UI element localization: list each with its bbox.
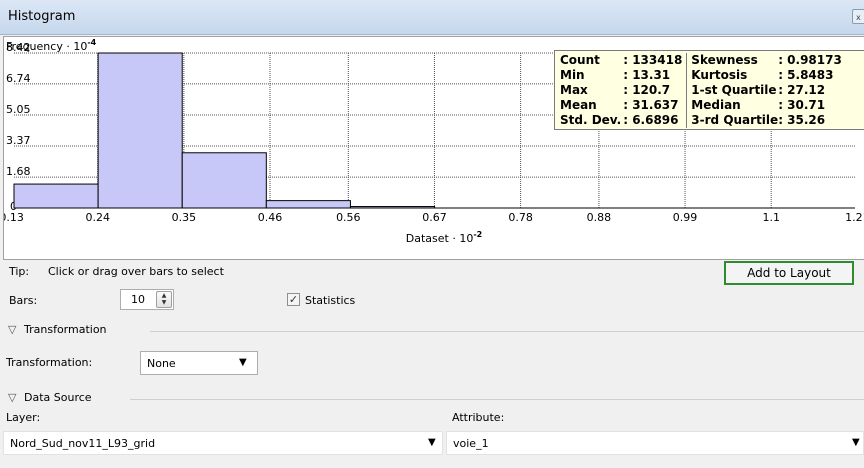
- x-tick-label: 1.21: [845, 211, 864, 224]
- statistics-box: Count : 133418 Skewness : 0.98173 Min : 13.31…: [554, 50, 864, 130]
- attribute-select[interactable]: voie_1 ▼: [446, 431, 864, 455]
- section-divider: [130, 399, 864, 400]
- y-tick-label: 8.42: [6, 41, 31, 54]
- histogram-chart[interactable]: Frequency · 10-401.683.375.056.748.420.1…: [3, 36, 864, 260]
- dropdown-arrow-icon: ▼: [239, 357, 247, 368]
- close-icon[interactable]: x: [852, 9, 864, 24]
- x-tick-label: 0.46: [258, 211, 283, 224]
- x-tick-label: 0.56: [336, 211, 361, 224]
- histogram-bar[interactable]: [181, 152, 267, 209]
- spin-arrows-icon[interactable]: ▲ ▼: [156, 291, 172, 308]
- x-tick-label: 0.78: [508, 211, 533, 224]
- y-tick-label: 5.05: [6, 103, 31, 116]
- stat-value: : 133418: [623, 53, 688, 68]
- statistics-row: Count : 133418 Skewness : 0.98173: [560, 53, 842, 68]
- collapse-chevron-icon[interactable]: ▽: [8, 391, 16, 404]
- layer-label: Layer:: [6, 411, 41, 424]
- stat-value: : 120.7: [623, 83, 688, 98]
- transformation-label: Transformation:: [6, 356, 93, 369]
- stat-value: : 35.26: [778, 113, 826, 127]
- histogram-bar[interactable]: [97, 52, 183, 209]
- tip-text: Click or drag over bars to select: [48, 265, 224, 278]
- stat-name: 1-st Quartile: [691, 83, 777, 97]
- y-tick-label: 1.68: [6, 165, 31, 178]
- statistics-row: Max : 120.7 1-st Quartile: 27.12: [560, 83, 842, 98]
- stat-name: Skewness: [691, 53, 758, 67]
- x-axis-label: Dataset · 10-2: [406, 230, 482, 245]
- bars-label: Bars:: [9, 294, 38, 307]
- stat-name: Std. Dev.: [560, 113, 622, 127]
- stat-name: Mean: [560, 98, 597, 112]
- x-tick-label: 0.24: [85, 211, 110, 224]
- stat-name: 3-rd Quartile: [691, 113, 779, 127]
- statistics-label: Statistics: [305, 294, 356, 307]
- transformation-section-title[interactable]: Transformation: [24, 323, 107, 336]
- statistics-checkbox[interactable]: ✓: [287, 293, 300, 306]
- layer-select[interactable]: Nord_Sud_nov11_L93_grid ▼: [3, 431, 443, 455]
- y-tick-label: 6.74: [6, 72, 31, 85]
- statistics-row: Std. Dev.: 6.6896 3-rd Quartile: 35.26: [560, 113, 842, 128]
- stat-name: Kurtosis: [691, 68, 748, 82]
- histogram-bar[interactable]: [13, 183, 99, 209]
- stat-value: : 5.8483: [778, 68, 834, 82]
- stat-name: Count: [560, 53, 600, 67]
- stat-value: : 27.12: [778, 83, 826, 97]
- y-tick-label: 3.37: [6, 134, 31, 147]
- histogram-bar[interactable]: [265, 200, 351, 209]
- add-to-layout-button[interactable]: Add to Layout: [724, 261, 854, 285]
- stat-value: : 0.98173: [778, 53, 842, 67]
- collapse-chevron-icon[interactable]: ▽: [8, 323, 16, 336]
- bars-stepper[interactable]: 10 ▲ ▼: [120, 289, 174, 310]
- window-title: Histogram: [8, 9, 76, 24]
- x-tick-label: 0.35: [172, 211, 197, 224]
- statistics-row: Mean : 31.637 Median : 30.71: [560, 98, 842, 113]
- attribute-label: Attribute:: [452, 411, 505, 424]
- section-divider: [150, 331, 864, 332]
- transformation-value: None: [147, 357, 176, 370]
- x-tick-label: 0.67: [422, 211, 447, 224]
- dropdown-arrow-icon: ▼: [428, 437, 436, 448]
- data-source-section-title[interactable]: Data Source: [24, 391, 92, 404]
- stat-value: : 13.31: [623, 68, 688, 83]
- stat-value: : 6.6896: [623, 113, 688, 128]
- stat-name: Max: [560, 83, 588, 97]
- stat-name: Median: [691, 98, 741, 112]
- x-tick-label: 1.1: [762, 211, 780, 224]
- x-tick-label: 0.13: [4, 211, 24, 224]
- attribute-value: voie_1: [453, 437, 489, 450]
- x-tick-label: 0.88: [587, 211, 612, 224]
- dropdown-arrow-icon: ▼: [852, 437, 860, 448]
- statistics-row: Min : 13.31 Kurtosis : 5.8483: [560, 68, 842, 83]
- x-tick-label: 0.99: [673, 211, 698, 224]
- bars-value[interactable]: 10: [131, 293, 145, 306]
- transformation-select[interactable]: None ▼: [140, 351, 258, 375]
- stat-value: : 30.71: [778, 98, 826, 112]
- stat-value: : 31.637: [623, 98, 688, 113]
- tip-label: Tip:: [9, 265, 30, 278]
- layer-value: Nord_Sud_nov11_L93_grid: [10, 437, 156, 450]
- title-bar: Histogram x: [0, 0, 864, 35]
- stat-name: Min: [560, 68, 585, 82]
